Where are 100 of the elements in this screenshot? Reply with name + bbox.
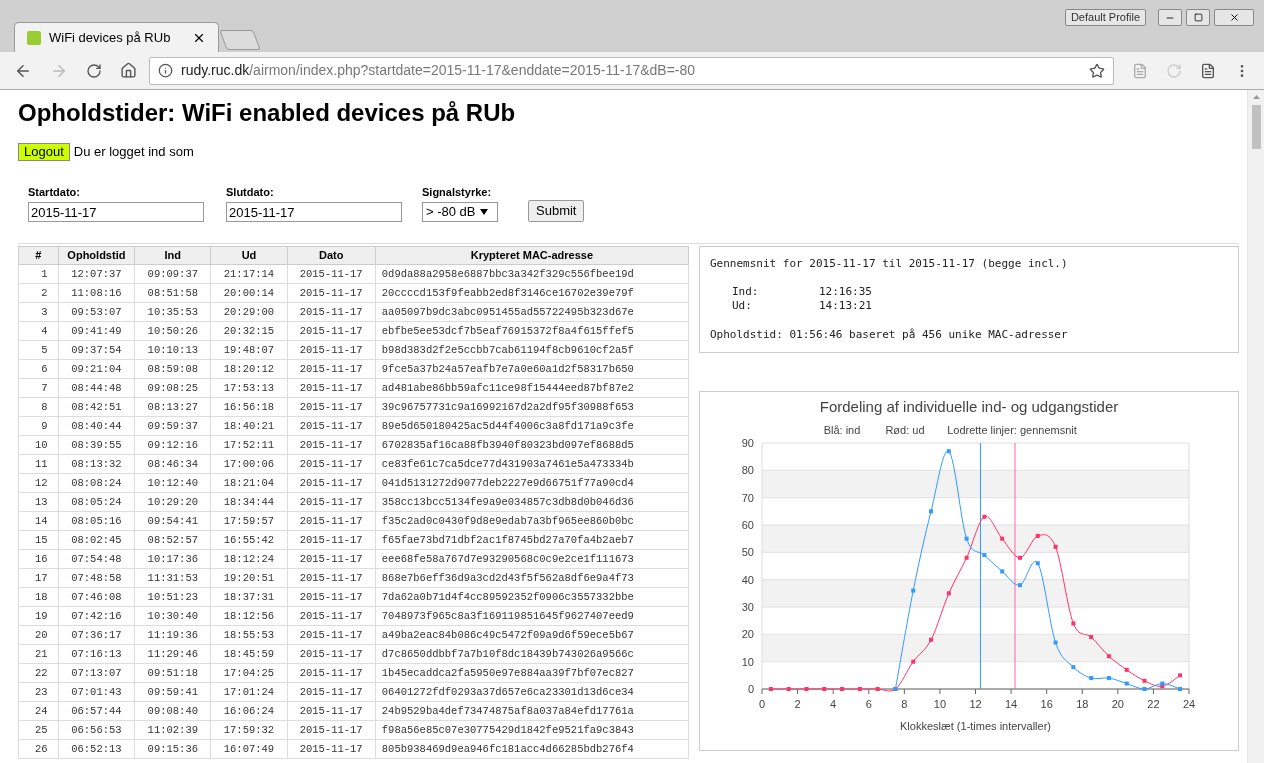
table-cell: 08:46:34	[134, 454, 211, 473]
table-cell: 2015-11-17	[287, 302, 376, 321]
table-cell: 14	[18, 511, 59, 530]
table-cell: 18:21:04	[210, 473, 288, 492]
tab-title: WiFi devices på RUb	[49, 28, 172, 47]
url-path: /airmon/index.php?startdate=2015-11-17&enddate=2015-11-17&dB=-80	[249, 61, 697, 80]
table-cell: 39c96757731c9a16992167d2a2df95f30988f653	[375, 397, 689, 416]
table-cell: 20	[18, 625, 59, 644]
chart-title: Fordeling af individuelle ind- og udgangstider	[819, 398, 1119, 415]
legend-label: Blå: ind	[823, 424, 861, 436]
table-cell: 12:07:37	[58, 264, 135, 283]
table-cell: 2015-11-17	[287, 454, 376, 473]
table-cell: 2015-11-17	[287, 416, 376, 435]
summary-label: Ud:	[732, 299, 753, 313]
x-tick-label: 24	[1182, 698, 1196, 710]
table-cell: 09:53:07	[58, 302, 135, 321]
table-cell: 10	[18, 435, 59, 454]
signal-dropdown[interactable]: > -80 dB	[422, 202, 498, 222]
x-tick-label: 10	[933, 698, 947, 710]
address-bar[interactable]: rudy.ruc.dk/airmon/index.php?startdate=2015-11-17&enddate=2015-11-17&dB=-80	[149, 56, 1114, 85]
table-cell: 07:42:16	[58, 606, 135, 625]
table-cell: 07:36:17	[58, 625, 135, 644]
profile-button[interactable]: Default Profile	[1064, 9, 1146, 26]
table-cell: 2015-11-17	[287, 359, 376, 378]
table-cell: 17:00:06	[210, 454, 288, 473]
column-header: Ind	[134, 246, 211, 264]
table-cell: 26	[18, 739, 59, 758]
table-cell: 09:09:37	[134, 264, 211, 283]
table-cell: 07:16:13	[58, 644, 135, 663]
table-cell: 08:08:24	[58, 473, 135, 492]
table-cell: 2	[18, 283, 59, 302]
table-cell: 09:12:16	[134, 435, 211, 454]
table-cell: 13	[18, 492, 59, 511]
submit-button[interactable]: Submit	[528, 200, 585, 222]
table-cell: d7c8650ddbbf7a7b10f8dc18439b743026a9566c	[375, 644, 689, 663]
table-cell: 09:54:41	[134, 511, 211, 530]
table-cell: 09:37:54	[58, 340, 135, 359]
table-cell: 16:06:24	[210, 701, 288, 720]
table-cell: 18:34:44	[210, 492, 288, 511]
table-cell: 1	[18, 264, 59, 283]
x-tick-label: 0	[758, 698, 766, 710]
summary-footer: Opholdstid: 01:56:46 baseret på 456 unike MAC-adresser	[710, 328, 1228, 342]
table-cell: 17:04:25	[210, 663, 288, 682]
table-cell: 2015-11-17	[287, 644, 376, 663]
field-label: Signalstyrke:	[422, 184, 493, 200]
table-cell: f35c2ad0c0430f9d8e9edab7a3bf965ee860b0bc	[375, 511, 689, 530]
table-cell: 11:19:36	[134, 625, 211, 644]
table-cell: a49ba2eac84b086c49c5472f09a9d6f59ece5b67	[375, 625, 689, 644]
table-cell: 09:08:25	[134, 378, 211, 397]
table-cell: 06:56:53	[58, 720, 135, 739]
table-cell: 2015-11-17	[287, 625, 376, 644]
y-tick-label: 10	[741, 655, 754, 668]
table-cell: 17:01:24	[210, 682, 288, 701]
table-cell: 09:41:49	[58, 321, 135, 340]
table-cell: 24b9529ba4def73474875af8a037a84efd17761a	[375, 701, 689, 720]
x-tick-label: 14	[1004, 698, 1018, 710]
y-tick-label: 30	[741, 601, 754, 613]
table-cell: f65fae73bd71dbf2ac1f8745bd27a70fa4b2aeb7	[375, 530, 689, 549]
logout-button[interactable]: Logout	[18, 142, 70, 161]
table-cell: 18	[18, 587, 59, 606]
start-date-field[interactable]: 2015-11-17	[28, 202, 204, 222]
table-cell: 868e7b6eff36d9a3cd2d43f5f562a8df6e9a4f73	[375, 568, 689, 587]
table-cell: 2015-11-17	[287, 720, 376, 739]
table-cell: 10:30:40	[134, 606, 211, 625]
legend-label: Rød: ud	[885, 424, 925, 436]
column-header: Ud	[210, 246, 288, 264]
login-status: Du er logget ind som	[73, 143, 194, 161]
end-date-field[interactable]: 2015-11-17	[226, 202, 402, 222]
table-cell: 09:59:37	[134, 416, 211, 435]
y-tick-label: 40	[741, 573, 754, 586]
x-tick-label: 12	[969, 698, 982, 710]
table-cell: 18:55:53	[210, 625, 288, 644]
table-cell: 11:31:53	[134, 568, 211, 587]
dropdown-value: > -80 dB	[426, 203, 476, 222]
table-cell: 2015-11-17	[287, 378, 376, 397]
x-tick-label: 6	[865, 698, 872, 710]
y-tick-label: 20	[741, 628, 754, 641]
table-cell: 18:20:12	[210, 359, 288, 378]
table-cell: 06:52:13	[58, 739, 135, 758]
table-cell: 11:08:16	[58, 283, 135, 302]
table-cell: 09:59:41	[134, 682, 211, 701]
table-cell: 041d5131272d9077deb2227e9d66751f77a90cd4	[375, 473, 689, 492]
column-header: Dato	[287, 246, 376, 264]
y-tick-label: 70	[741, 491, 754, 504]
table-cell: 2015-11-17	[287, 283, 376, 302]
table-cell: f98a56e85c07e30775429d1842fe9521fa9c3843	[375, 720, 689, 739]
table-cell: 20:32:15	[210, 321, 288, 340]
table-cell: 19:20:51	[210, 568, 288, 587]
table-cell: 25	[18, 720, 59, 739]
browser-tab[interactable]: WiFi devices på RUb	[14, 22, 219, 52]
table-cell: 17:59:32	[210, 720, 288, 739]
table-cell: 08:42:51	[58, 397, 135, 416]
table-cell: 09:15:36	[134, 739, 211, 758]
table-cell: 07:46:08	[58, 587, 135, 606]
table-cell: 22	[18, 663, 59, 682]
table-cell: ad481abe86bb59afc11ce98f15444eed87bf87e2	[375, 378, 689, 397]
table-cell: 4	[18, 321, 59, 340]
x-tick-label: 18	[1076, 698, 1089, 710]
table-cell: 07:13:07	[58, 663, 135, 682]
table-cell: 06:57:44	[58, 701, 135, 720]
